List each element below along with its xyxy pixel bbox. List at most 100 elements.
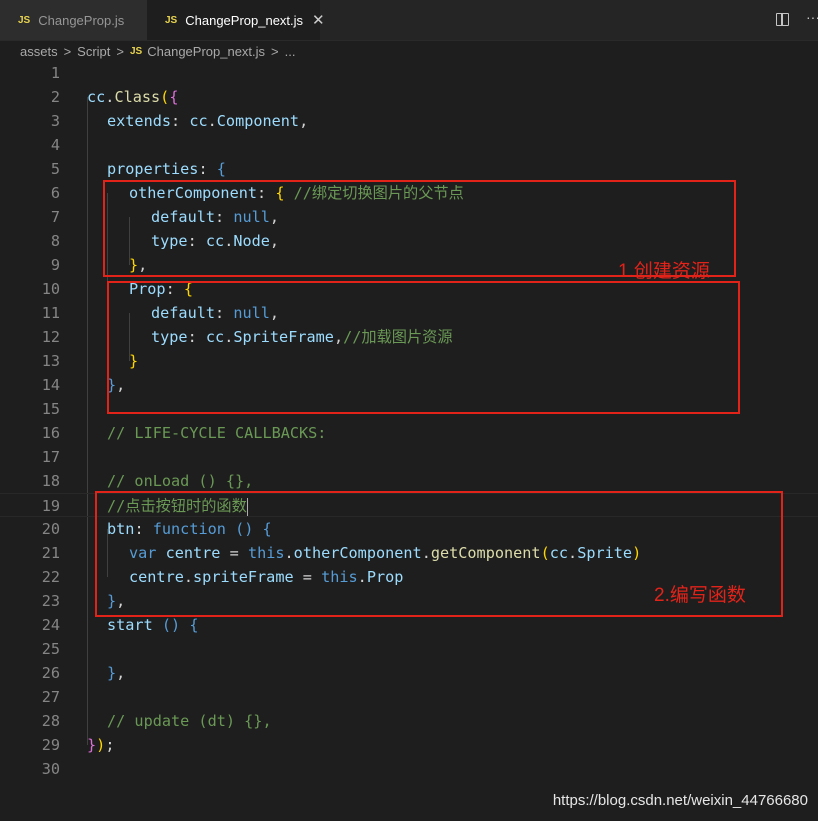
code-text: },: [107, 661, 125, 685]
line-number: 12: [41, 328, 60, 346]
split-editor-icon[interactable]: [776, 13, 789, 26]
code-line[interactable]: 17: [0, 445, 818, 469]
code-token: ,: [116, 664, 126, 682]
line-number: 27: [41, 688, 60, 706]
code-line[interactable]: 1: [0, 61, 818, 85]
code-token: }: [87, 736, 97, 754]
code-line[interactable]: 18 // onLoad () {},: [0, 469, 818, 493]
annotation-label-create-resources: 1.创建资源: [618, 261, 710, 282]
code-token: {: [169, 88, 179, 106]
code-token: ;: [105, 736, 115, 754]
code-line[interactable]: 16 // LIFE-CYCLE CALLBACKS:: [0, 421, 818, 445]
chevron-right-icon: >: [63, 43, 72, 59]
code-line[interactable]: 28 // update (dt) {},: [0, 709, 818, 733]
code-token: {: [216, 160, 226, 178]
line-number: 11: [41, 304, 60, 322]
code-token: cc: [87, 88, 106, 106]
code-token: :: [198, 160, 208, 178]
code-text: });: [87, 733, 114, 757]
line-number: 22: [41, 568, 60, 586]
code-text: // LIFE-CYCLE CALLBACKS:: [107, 421, 326, 445]
code-text: cc.Class({: [87, 85, 178, 109]
code-token: (): [161, 616, 181, 634]
code-line[interactable]: 5 properties: {: [0, 157, 818, 181]
code-token: properties: [107, 160, 199, 178]
line-number: 10: [41, 280, 60, 298]
line-number: 8: [50, 232, 60, 250]
code-token: }: [107, 664, 117, 682]
line-number: 2: [50, 88, 60, 106]
more-actions-icon[interactable]: ···: [806, 9, 818, 25]
js-file-icon: JS: [165, 14, 178, 26]
code-line[interactable]: 27: [0, 685, 818, 709]
line-number: 14: [41, 376, 60, 394]
code-token: cc: [189, 112, 208, 130]
line-number: 1: [50, 64, 60, 82]
code-token: start: [107, 616, 153, 634]
line-number: 6: [50, 184, 60, 202]
breadcrumb-item-script[interactable]: Script: [77, 44, 110, 59]
line-number: 4: [50, 136, 60, 154]
tab-changeprop-next[interactable]: JS ChangeProp_next.js ✕: [147, 0, 325, 40]
code-text: extends: cc.Component,: [107, 109, 308, 133]
line-number: 17: [41, 448, 60, 466]
breadcrumb-item-symbol[interactable]: ...: [285, 44, 296, 59]
breadcrumb-item-assets[interactable]: assets: [20, 44, 58, 59]
line-number: 23: [41, 592, 60, 610]
chevron-right-icon: >: [271, 43, 279, 59]
line-number: 21: [41, 544, 60, 562]
js-file-icon: JS: [18, 14, 31, 26]
line-number: 7: [50, 208, 60, 226]
code-line[interactable]: 3 extends: cc.Component,: [0, 109, 818, 133]
code-token: Component: [216, 112, 300, 130]
code-token: {: [189, 616, 199, 634]
code-token: // LIFE-CYCLE CALLBACKS:: [107, 424, 327, 442]
line-number: 9: [50, 256, 60, 274]
code-token: (: [160, 88, 170, 106]
code-token: :: [171, 112, 181, 130]
line-number: 19: [41, 497, 60, 515]
code-line[interactable]: 4: [0, 133, 818, 157]
code-text: // onLoad () {},: [107, 469, 253, 493]
line-number: 28: [41, 712, 60, 730]
code-line[interactable]: 26},: [0, 661, 818, 685]
code-token: // update (dt) {},: [107, 712, 272, 730]
code-line[interactable]: 29});: [0, 733, 818, 757]
line-number: 15: [41, 400, 60, 418]
code-line[interactable]: 25: [0, 637, 818, 661]
line-number: 24: [41, 616, 60, 634]
line-number: 16: [41, 424, 60, 442]
js-file-icon: JS: [130, 45, 143, 57]
annotation-label-write-function: 2.编写函数: [654, 585, 746, 606]
tab-bar: JS ChangeProp.js JS ChangeProp_next.js ✕…: [0, 0, 818, 41]
code-token: // onLoad () {},: [107, 472, 254, 490]
breadcrumb: assets > Script > JS ChangeProp_next.js …: [20, 40, 295, 62]
line-number: 26: [41, 664, 60, 682]
code-token: ): [96, 736, 106, 754]
tab-label: ChangeProp_next.js: [185, 12, 304, 28]
close-icon[interactable]: ✕: [312, 11, 325, 29]
tab-label: ChangeProp.js: [38, 12, 125, 28]
tab-changeprop[interactable]: JS ChangeProp.js: [0, 0, 147, 40]
line-number: 3: [50, 112, 60, 130]
watermark-text: https://blog.csdn.net/weixin_44766680: [552, 792, 808, 809]
breadcrumb-item-file[interactable]: ChangeProp_next.js: [147, 44, 265, 59]
code-token: Class: [114, 88, 161, 106]
line-number: 13: [41, 352, 60, 370]
code-text: // update (dt) {},: [107, 709, 272, 733]
code-token: ,: [299, 112, 309, 130]
chevron-right-icon: >: [116, 43, 124, 59]
line-number: 30: [41, 760, 60, 778]
code-token: extends: [107, 112, 172, 130]
code-text: properties: {: [107, 157, 226, 181]
line-number: 20: [41, 520, 60, 538]
code-token: .: [207, 112, 217, 130]
code-line[interactable]: 2 cc.Class({: [0, 85, 818, 109]
line-number: 5: [50, 160, 60, 178]
line-number: 25: [41, 640, 60, 658]
code-line[interactable]: 30: [0, 757, 818, 781]
